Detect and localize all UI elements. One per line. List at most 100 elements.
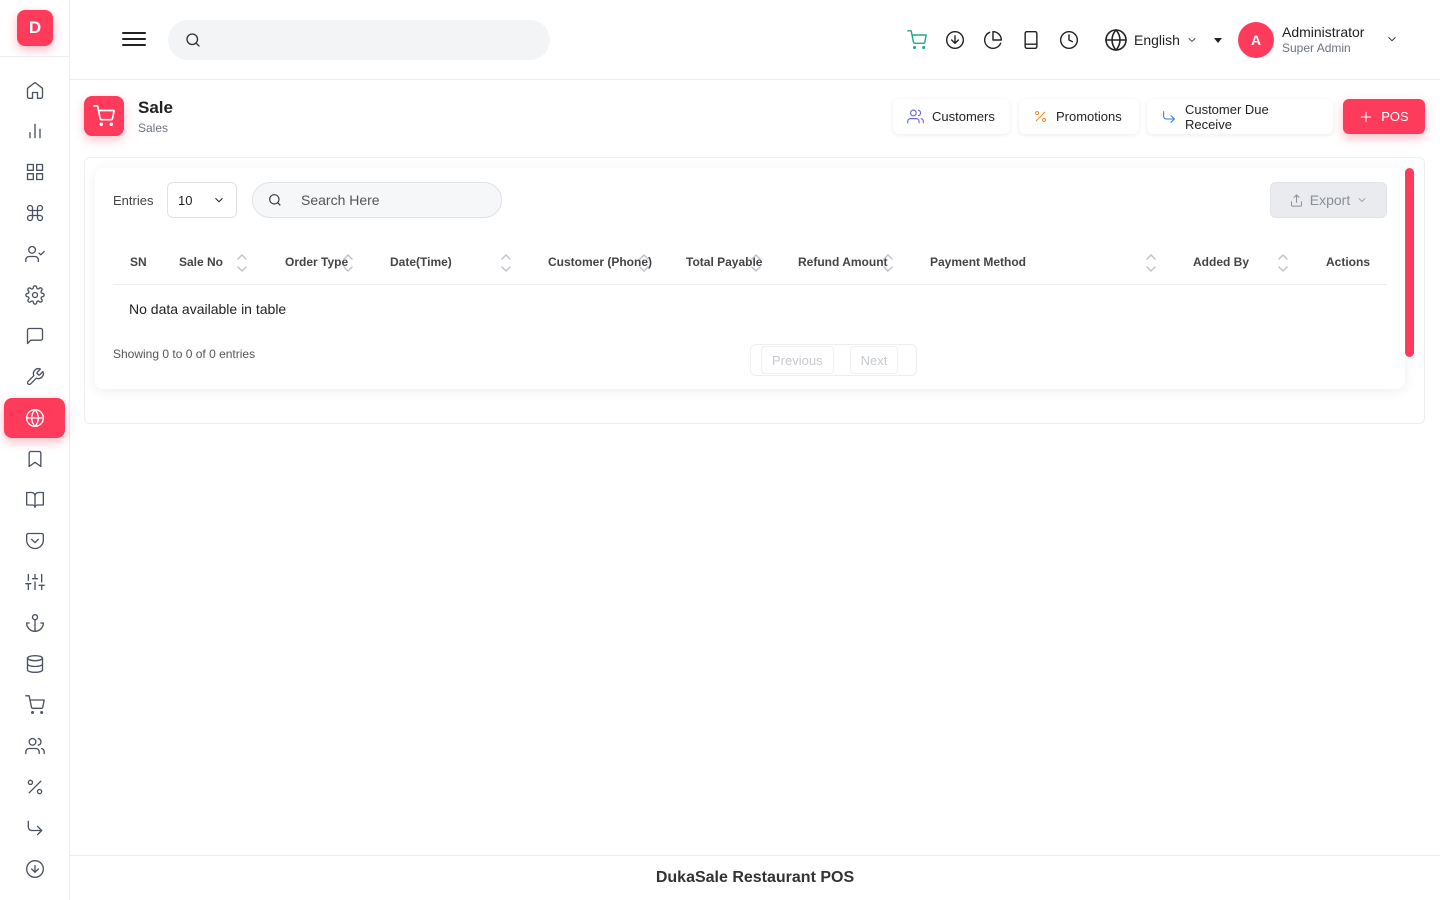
entries-select[interactable]: 10 — [167, 182, 237, 218]
sidebar-item-users[interactable] — [4, 234, 65, 274]
global-search-input[interactable] — [168, 20, 550, 60]
sort-icon[interactable] — [500, 252, 512, 274]
sidebar-item-due-receive[interactable] — [4, 808, 65, 848]
sort-icon[interactable] — [638, 252, 650, 274]
page-title: Sale — [138, 98, 173, 117]
pocket-icon — [25, 532, 44, 550]
quick-download-button[interactable] — [944, 29, 966, 51]
sidebar: D — [0, 0, 70, 900]
export-button[interactable]: Export — [1270, 182, 1387, 218]
column-header-refund-amount[interactable]: Refund Amount — [798, 255, 888, 269]
footer: DukaSale Restaurant POS — [70, 855, 1440, 900]
tool-icon — [26, 368, 44, 386]
quick-pos-button[interactable] — [906, 29, 928, 51]
breadcrumb: Sales — [138, 121, 169, 135]
bar-chart-icon — [28, 123, 41, 139]
sidebar-item-tools[interactable] — [4, 357, 65, 397]
column-header-sale-no[interactable]: Sale No — [179, 255, 223, 269]
app-logo[interactable]: D — [17, 10, 53, 46]
table-search-input[interactable]: Search Here — [252, 182, 502, 218]
customer-due-receive-label: Customer Due Receive — [1184, 101, 1269, 132]
sort-icon[interactable] — [1145, 252, 1157, 274]
scrollbar-thumb[interactable] — [1405, 168, 1414, 357]
avatar[interactable]: A — [1238, 22, 1274, 58]
command-icon — [26, 204, 43, 222]
sidebar-item-shortcuts[interactable] — [4, 193, 65, 233]
column-header-date-time[interactable]: Date(Time) — [390, 255, 452, 269]
search-icon — [269, 194, 281, 206]
percent-icon — [1035, 111, 1046, 122]
sliders-icon — [24, 573, 45, 591]
sidebar-item-downloads[interactable] — [4, 849, 65, 889]
sidebar-item-catalog[interactable] — [4, 480, 65, 520]
column-header-payment-method[interactable]: Payment Method — [930, 255, 1026, 269]
home-icon — [26, 81, 43, 100]
table-info: Showing 0 to 0 of 0 entries — [113, 347, 256, 361]
user-check-icon — [24, 245, 45, 263]
sidebar-item-database[interactable] — [4, 644, 65, 684]
book-open-icon — [25, 491, 44, 509]
corner-down-right-icon — [27, 820, 42, 836]
cart-icon — [24, 695, 45, 714]
sort-icon[interactable] — [236, 252, 248, 274]
menu-toggle-icon[interactable] — [122, 28, 146, 52]
users-icon — [907, 109, 924, 124]
column-header-customer-phone[interactable]: Customer (Phone) — [548, 255, 652, 269]
sidebar-item-dashboard[interactable] — [4, 152, 65, 192]
column-header-order-type[interactable]: Order Type — [285, 255, 348, 269]
sort-icon[interactable] — [750, 252, 762, 274]
pos-button[interactable]: POS — [1343, 99, 1425, 134]
sort-icon[interactable] — [882, 252, 894, 274]
users-icon — [24, 737, 45, 755]
previous-page-button[interactable]: Previous — [761, 346, 834, 374]
arrow-down-circle-icon — [25, 860, 44, 878]
promotions-button[interactable]: Promotions — [1019, 99, 1139, 134]
column-header-added-by[interactable]: Added By — [1193, 255, 1249, 269]
user-menu-chevron-icon[interactable] — [1385, 32, 1399, 51]
sort-icon[interactable] — [342, 252, 354, 274]
topbar: English A Administrator Super Admin — [70, 0, 1440, 80]
table-search-placeholder: Search Here — [301, 192, 380, 208]
user-menu[interactable]: Administrator Super Admin — [1282, 24, 1364, 55]
sidebar-item-customers[interactable] — [4, 726, 65, 766]
sidebar-item-messages[interactable] — [4, 316, 65, 356]
customers-button[interactable]: Customers — [893, 99, 1010, 134]
sidebar-item-home[interactable] — [4, 70, 65, 110]
sidebar-item-sales[interactable] — [4, 398, 65, 438]
quick-reports-button[interactable] — [982, 29, 1004, 51]
sort-icon[interactable] — [1277, 252, 1289, 274]
customer-due-receive-button[interactable]: Customer Due Receive — [1147, 99, 1333, 134]
corner-down-right-icon — [1163, 110, 1175, 123]
user-role: Super Admin — [1282, 41, 1351, 55]
sidebar-item-anchor[interactable] — [4, 603, 65, 643]
language-selector[interactable]: English — [1104, 28, 1222, 52]
pie-chart-icon — [983, 30, 1003, 49]
export-button-label: Export — [1309, 192, 1351, 208]
entries-label: Entries — [113, 193, 154, 208]
message-icon — [26, 327, 43, 345]
sidebar-item-settings[interactable] — [4, 275, 65, 315]
promotions-button-label: Promotions — [1056, 109, 1122, 124]
sidebar-divider — [0, 56, 69, 57]
sidebar-item-bookmarks[interactable] — [4, 439, 65, 479]
sidebar-item-adjustments[interactable] — [4, 562, 65, 602]
download-circle-icon — [945, 30, 965, 50]
quick-tablet-button[interactable] — [1020, 29, 1042, 51]
customers-button-label: Customers — [932, 109, 995, 124]
next-page-button[interactable]: Next — [849, 346, 899, 374]
grid-icon — [26, 163, 43, 181]
pos-button-label: POS — [1381, 109, 1409, 124]
database-icon — [26, 655, 43, 673]
chevron-down-icon — [215, 197, 223, 203]
caret-down-icon — [1213, 37, 1222, 43]
quick-history-button[interactable] — [1058, 29, 1080, 51]
sidebar-item-cart[interactable] — [4, 685, 65, 725]
column-header-sn[interactable]: SN — [130, 255, 147, 269]
sidebar-item-reports[interactable] — [4, 111, 65, 151]
quick-actions — [906, 29, 1080, 51]
bookmark-icon — [28, 450, 41, 468]
sidebar-item-promotions[interactable] — [4, 767, 65, 807]
column-header-actions: Actions — [1326, 255, 1371, 269]
sidebar-item-pocket[interactable] — [4, 521, 65, 561]
cart-icon — [907, 30, 927, 50]
